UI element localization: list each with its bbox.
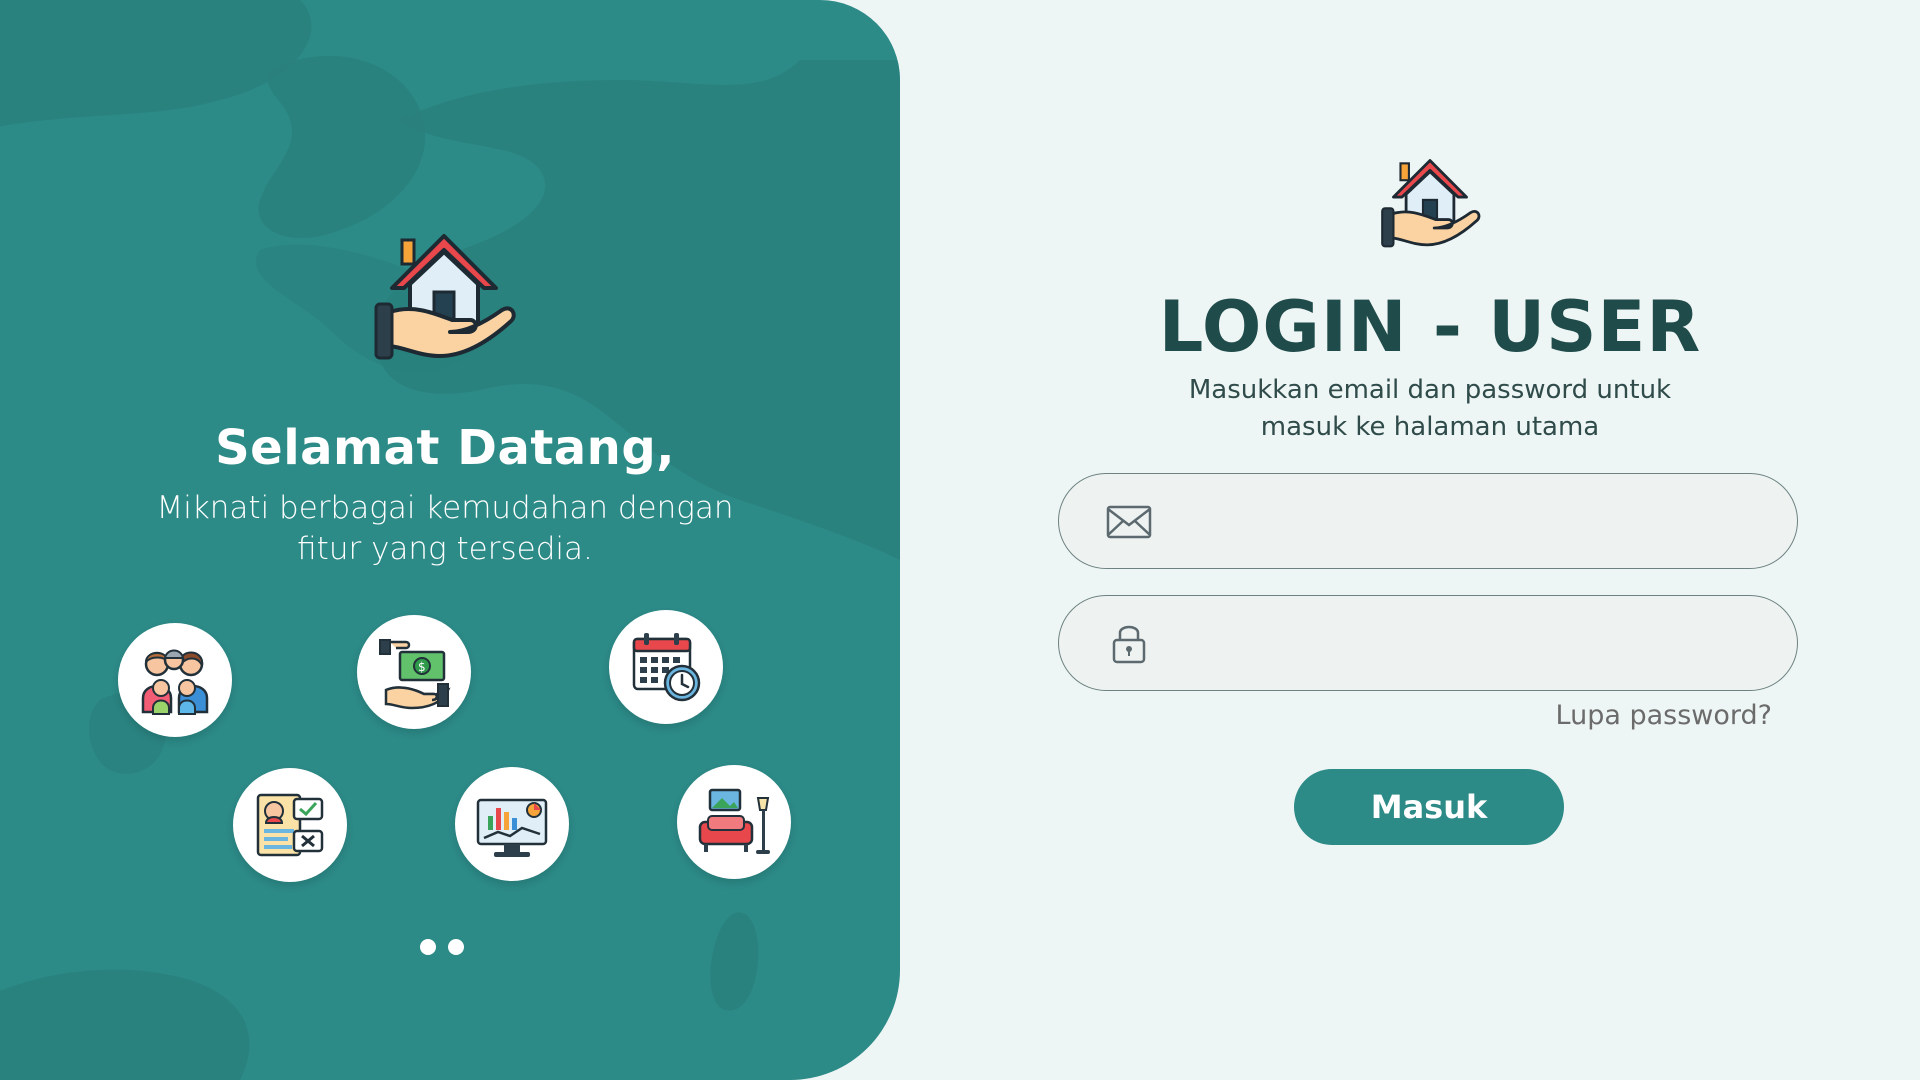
login-subtitle: Masukkan email dan password untuk masuk … — [1188, 375, 1672, 442]
house-in-hand-icon — [374, 234, 516, 360]
feature-resume — [233, 768, 347, 882]
email-field-container[interactable] — [1058, 473, 1798, 569]
furniture-room-icon — [698, 788, 770, 854]
feature-family — [118, 623, 232, 737]
analytics-monitor-icon — [476, 798, 548, 857]
svg-text:$: $ — [418, 660, 426, 674]
welcome-title: Selamat Datang, — [215, 420, 675, 476]
calendar-clock-icon — [632, 633, 701, 702]
carousel-dots — [420, 939, 464, 955]
payment-hand-icon: $ — [379, 639, 451, 710]
feature-furniture — [677, 765, 791, 879]
password-field[interactable] — [1169, 616, 1773, 672]
welcome-subtitle: Miknati berbagai kemudahan dengan fitur … — [156, 490, 734, 567]
password-field-container[interactable] — [1058, 595, 1798, 691]
padlock-icon — [1112, 625, 1146, 664]
login-button[interactable]: Masuk — [1294, 769, 1564, 845]
feature-schedule — [609, 610, 723, 724]
login-title: LOGIN - USER — [1158, 286, 1702, 368]
envelope-icon — [1106, 505, 1152, 539]
resume-checklist-icon — [256, 793, 324, 857]
feature-payment: $ — [357, 615, 471, 729]
login-page: Selamat Datang, Miknati berbagai kemudah… — [0, 0, 1920, 1080]
house-in-hand-icon — [1381, 159, 1481, 248]
email-field[interactable] — [1169, 494, 1773, 550]
family-icon — [141, 649, 209, 715]
carousel-dot[interactable] — [448, 939, 464, 955]
carousel-dot[interactable] — [420, 939, 436, 955]
forgot-password-link[interactable]: Lupa password? — [1500, 700, 1772, 731]
feature-analytics — [455, 767, 569, 881]
welcome-panel: Selamat Datang, Miknati berbagai kemudah… — [0, 0, 900, 1080]
